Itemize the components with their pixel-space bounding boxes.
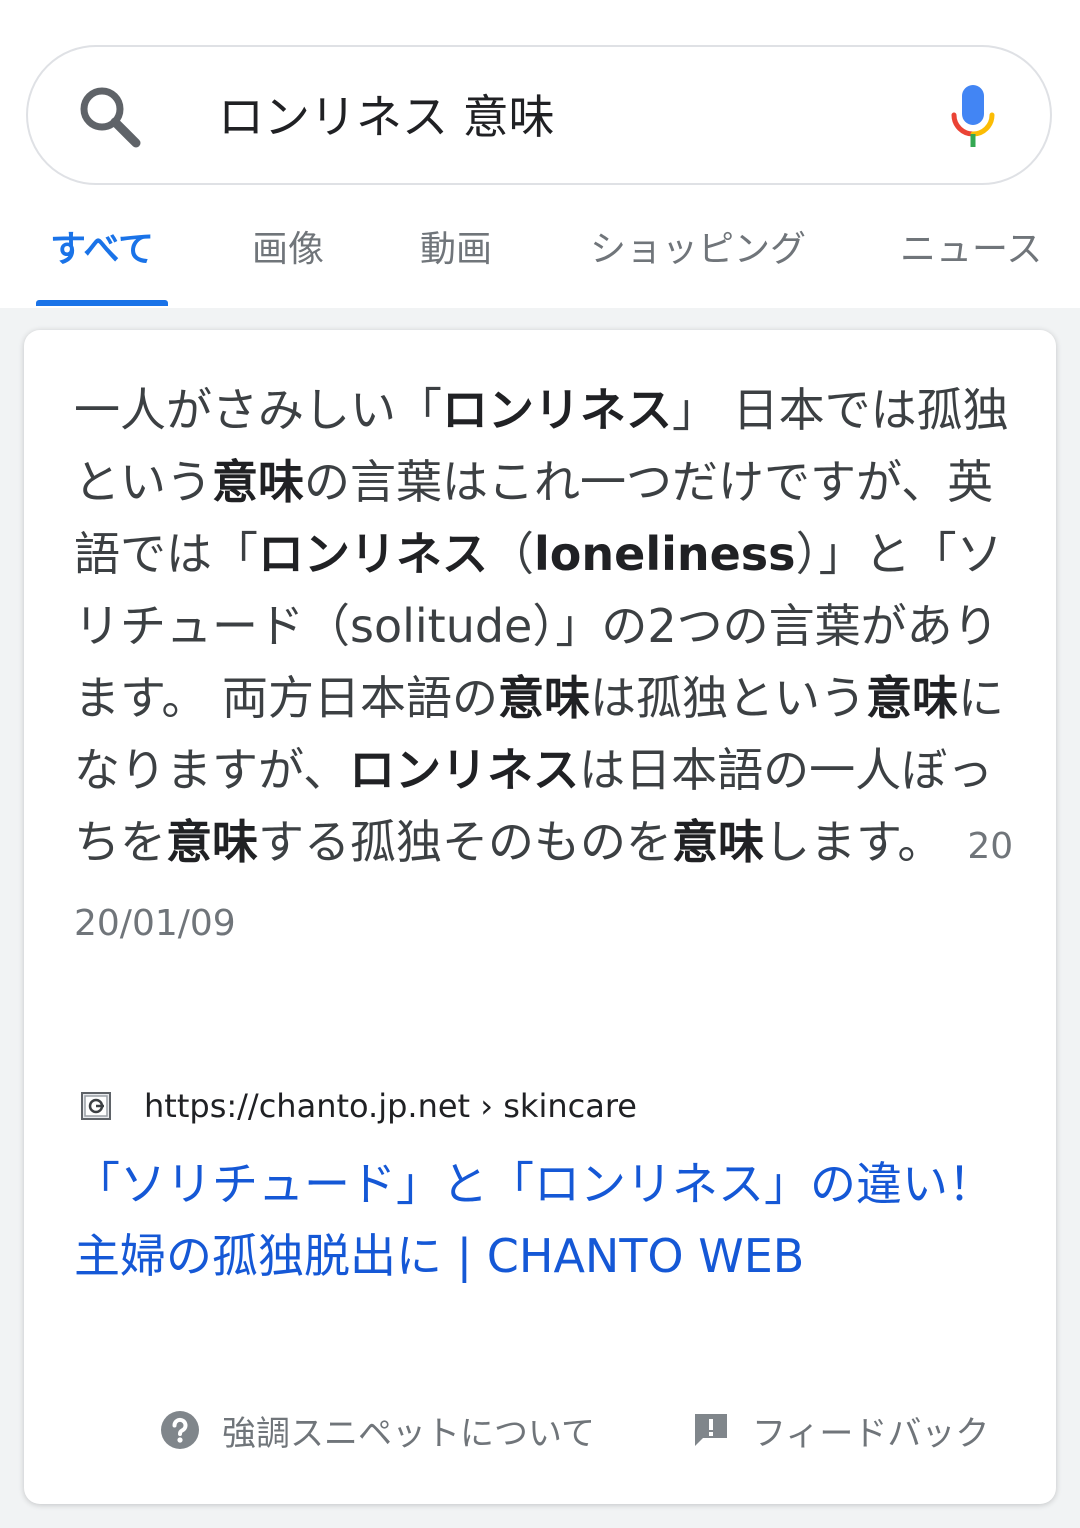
about-snippets-link[interactable]: 強調スニペットについて — [160, 1406, 595, 1454]
tab-videos[interactable]: 動画 — [420, 226, 492, 274]
search-bar[interactable]: ロンリネス 意味 — [26, 45, 1052, 185]
result-url[interactable]: https://chanto.jp.net › skincare — [144, 1087, 637, 1125]
snippet-body: 一人がさみしい「ロンリネス」 日本では孤独という意味の言葉はこれ一つだけですが、… — [74, 383, 1009, 869]
snippet-highlight: 意味 — [672, 815, 764, 869]
result-title-link[interactable]: 「ソリチュード」と「ロンリネス」の違い！主婦の孤独脱出に | CHANTO WE… — [74, 1148, 1014, 1292]
snippet-text: 一人がさみしい「ロンリネス」 日本では孤独という意味の言葉はこれ一つだけですが、… — [74, 374, 1024, 960]
snippet-segment: は孤独という — [590, 671, 867, 725]
mic-icon[interactable] — [948, 81, 998, 153]
about-snippets-label: 強調スニペットについて — [222, 1413, 595, 1454]
tab-images[interactable]: 画像 — [252, 226, 324, 274]
snippet-highlight: ロンリネス — [258, 527, 488, 581]
snippet-highlight: ロンリネス — [442, 383, 672, 437]
favicon-icon — [81, 1092, 111, 1120]
snippet-segment: します。 — [764, 815, 944, 869]
snippet-segment: 一人がさみしい「 — [74, 383, 442, 437]
snippet-highlight: loneliness — [534, 527, 796, 581]
feedback-icon — [695, 1414, 727, 1446]
search-input[interactable]: ロンリネス 意味 — [218, 87, 555, 147]
tab-news[interactable]: ニュース — [900, 226, 1042, 274]
tab-shopping[interactable]: ショッピング — [590, 226, 806, 274]
snippet-footer: 強調スニペットについて フィードバック — [24, 1400, 1056, 1460]
featured-snippet-card: 一人がさみしい「ロンリネス」 日本では孤独という意味の言葉はこれ一つだけですが、… — [24, 330, 1056, 1504]
snippet-highlight: 意味 — [212, 455, 304, 509]
active-tab-indicator — [36, 300, 168, 306]
search-icon[interactable] — [76, 83, 142, 149]
tab-all[interactable]: すべて — [50, 226, 154, 274]
snippet-segment: する孤独そのものを — [258, 815, 672, 869]
snippet-highlight: 意味 — [166, 815, 258, 869]
snippet-highlight: 意味 — [866, 671, 959, 725]
snippet-highlight: ロンリネス — [349, 743, 580, 797]
search-tabs: すべて 画像 動画 ショッピング ニュース — [0, 210, 1080, 306]
result-source[interactable]: https://chanto.jp.net › skincare — [80, 1086, 637, 1126]
snippet-segment: （ — [488, 527, 534, 581]
header-area: ロンリネス 意味 すべて 画像 動画 ショッピング ニュース — [0, 0, 1080, 308]
feedback-link[interactable]: フィードバック — [692, 1406, 989, 1454]
feedback-label: フィードバック — [752, 1413, 990, 1454]
snippet-highlight: 意味 — [498, 671, 591, 725]
help-icon — [161, 1411, 199, 1449]
